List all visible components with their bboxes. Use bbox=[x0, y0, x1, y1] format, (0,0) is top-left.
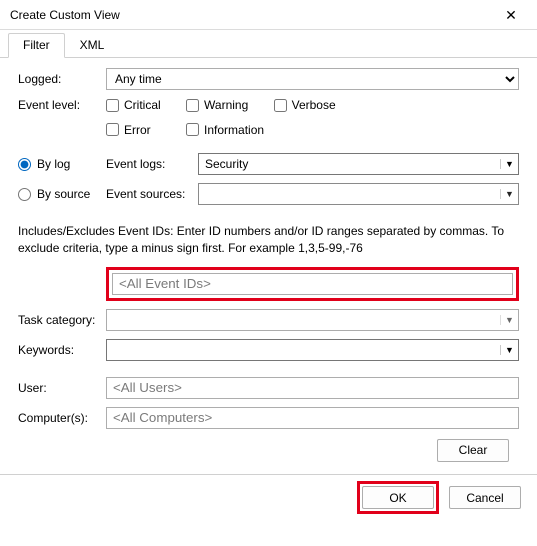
ok-highlight: OK bbox=[357, 481, 439, 514]
computers-input[interactable] bbox=[106, 407, 519, 429]
task-category-combo[interactable]: ▼ bbox=[106, 309, 519, 331]
tab-xml[interactable]: XML bbox=[65, 33, 120, 58]
logged-label: Logged: bbox=[18, 72, 106, 86]
event-logs-label: Event logs: bbox=[106, 157, 198, 171]
level-critical[interactable]: Critical bbox=[106, 98, 161, 112]
computers-label: Computer(s): bbox=[18, 411, 106, 425]
event-logs-value: Security bbox=[199, 157, 500, 171]
chevron-down-icon[interactable]: ▼ bbox=[500, 189, 518, 199]
event-ids-highlight bbox=[106, 267, 519, 301]
clear-button[interactable]: Clear bbox=[437, 439, 509, 462]
task-category-label: Task category: bbox=[18, 313, 106, 327]
chevron-down-icon[interactable]: ▼ bbox=[500, 159, 518, 169]
by-log-radio[interactable]: By log bbox=[18, 157, 106, 171]
close-icon[interactable]: ✕ bbox=[491, 8, 531, 22]
tab-filter[interactable]: Filter bbox=[8, 33, 65, 58]
cancel-button[interactable]: Cancel bbox=[449, 486, 521, 509]
keywords-combo[interactable]: ▼ bbox=[106, 339, 519, 361]
level-information[interactable]: Information bbox=[186, 123, 264, 137]
logged-select[interactable]: Any time bbox=[106, 68, 519, 90]
event-logs-combo[interactable]: Security ▼ bbox=[198, 153, 519, 175]
title-bar: Create Custom View ✕ bbox=[0, 0, 537, 30]
dialog-footer: OK Cancel bbox=[0, 474, 537, 520]
event-sources-label: Event sources: bbox=[106, 187, 198, 201]
event-ids-help: Includes/Excludes Event IDs: Enter ID nu… bbox=[18, 223, 519, 257]
by-source-radio[interactable]: By source bbox=[18, 187, 106, 201]
level-error[interactable]: Error bbox=[106, 123, 151, 137]
window-title: Create Custom View bbox=[10, 8, 491, 22]
level-verbose[interactable]: Verbose bbox=[274, 98, 336, 112]
event-ids-input[interactable] bbox=[112, 273, 513, 295]
ok-button[interactable]: OK bbox=[362, 486, 434, 509]
user-input[interactable] bbox=[106, 377, 519, 399]
event-sources-combo[interactable]: ▼ bbox=[198, 183, 519, 205]
user-label: User: bbox=[18, 381, 106, 395]
level-warning[interactable]: Warning bbox=[186, 98, 248, 112]
chevron-down-icon[interactable]: ▼ bbox=[500, 345, 518, 355]
event-level-label: Event level: bbox=[18, 98, 106, 112]
tab-strip: Filter XML bbox=[0, 30, 537, 58]
keywords-label: Keywords: bbox=[18, 343, 106, 357]
chevron-down-icon: ▼ bbox=[500, 315, 518, 325]
